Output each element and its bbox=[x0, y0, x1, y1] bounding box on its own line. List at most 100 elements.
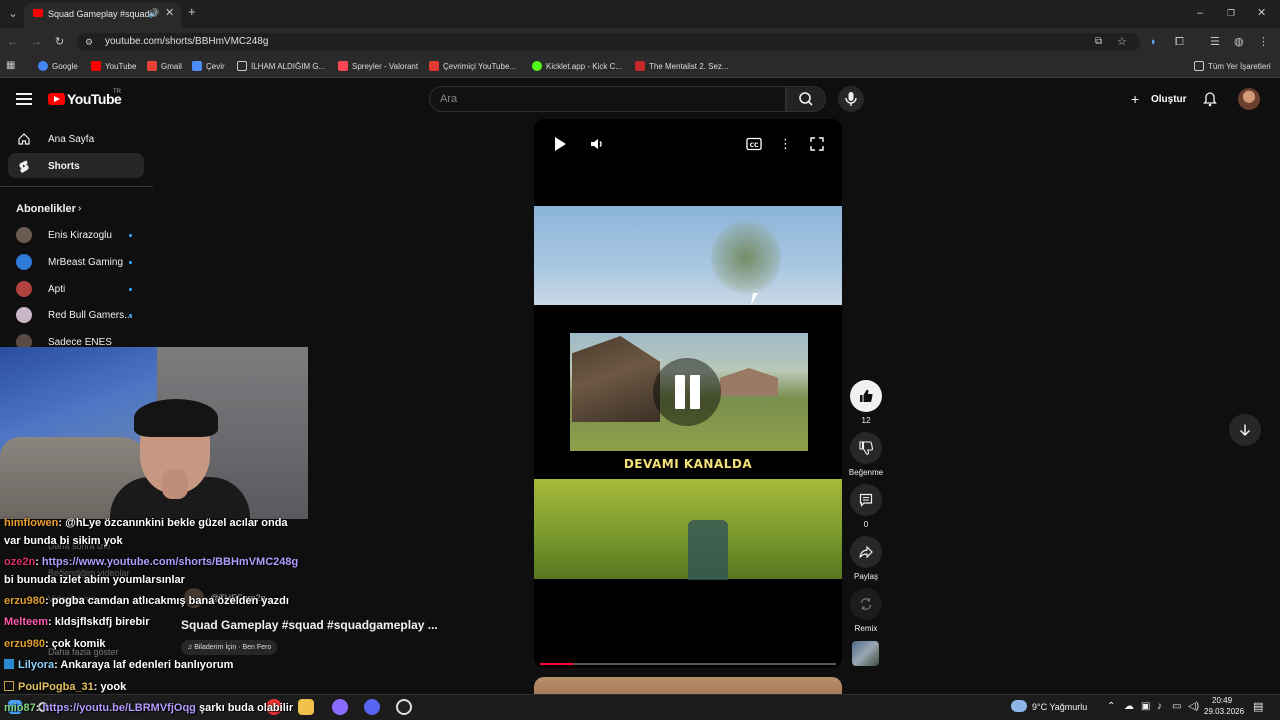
reload-icon[interactable]: ↻ bbox=[55, 35, 64, 49]
tray-chevron-icon[interactable]: ⌃ bbox=[1107, 701, 1115, 712]
bookmark-kicklet[interactable]: Kicklet.app - Kick C... bbox=[532, 61, 622, 71]
sidebar-divider bbox=[0, 186, 153, 187]
app-taskbar-icon[interactable] bbox=[332, 699, 348, 715]
pause-icon bbox=[690, 375, 700, 409]
chat-message: Melteem: kldsjflskdfj birebir bbox=[4, 616, 150, 628]
sidebar-item-shorts[interactable]: Shorts bbox=[48, 161, 80, 172]
bookmark-youtube-online[interactable]: Çevrimiçi YouTube... bbox=[429, 61, 516, 71]
webcam-person-hair bbox=[134, 399, 218, 437]
tab-audio-icon[interactable]: 🔊 bbox=[148, 6, 159, 20]
search-button[interactable] bbox=[786, 86, 826, 112]
bookmark-google[interactable]: Google bbox=[38, 61, 78, 71]
guide-menu-icon[interactable] bbox=[16, 92, 32, 106]
thumbs-down-icon bbox=[859, 441, 873, 455]
sidebar-item-home[interactable]: Ana Sayfa bbox=[48, 134, 94, 145]
tab-title: Squad Gameplay #squad # bbox=[48, 9, 158, 19]
bookmark-mentalist[interactable]: The Mentalist 2. Sez... bbox=[635, 61, 729, 71]
voice-search-button[interactable] bbox=[838, 86, 864, 112]
pause-indicator[interactable] bbox=[653, 358, 721, 426]
search-input[interactable] bbox=[429, 86, 786, 112]
thumbs-up-icon bbox=[860, 389, 873, 403]
chat-link[interactable]: https://www.youtube.com/shorts/BBHmVMC24… bbox=[42, 556, 298, 568]
window-restore-icon[interactable]: ❐ bbox=[1227, 6, 1235, 20]
clock-date[interactable]: 29.03.2026 bbox=[1204, 707, 1244, 716]
video-tree bbox=[711, 220, 781, 295]
obs-icon[interactable] bbox=[396, 699, 412, 715]
sidebar-subscription-enis[interactable]: Enis Kirazoglu bbox=[48, 230, 112, 241]
chat-message: erzu980: pogba camdan atlıcakmış bana öz… bbox=[4, 595, 289, 607]
svg-text:CC: CC bbox=[750, 142, 759, 149]
window-minimize-icon[interactable]: – bbox=[1197, 6, 1203, 20]
weather-rain-icon[interactable] bbox=[1011, 700, 1027, 712]
search-placeholder: Ara bbox=[440, 93, 458, 105]
next-short-button[interactable] bbox=[1229, 414, 1261, 446]
new-tab-icon[interactable]: + bbox=[188, 5, 196, 19]
notifications-bell-icon[interactable] bbox=[1202, 91, 1218, 112]
comments-button[interactable] bbox=[850, 484, 882, 516]
network-icon[interactable]: ▭ bbox=[1172, 701, 1181, 712]
bookmark-translate[interactable]: Çevir bbox=[192, 61, 225, 71]
tray-app-icon[interactable]: ▣ bbox=[1141, 701, 1150, 712]
create-plus-icon[interactable]: + bbox=[1131, 92, 1139, 106]
channel-avatar bbox=[16, 254, 32, 270]
chat-message: mio87: https://youtu.be/LBRMVfjOqg şarkı… bbox=[4, 702, 294, 714]
play-icon[interactable] bbox=[553, 136, 567, 156]
tab-search-icon[interactable]: ⌄ bbox=[6, 7, 20, 21]
more-options-icon[interactable]: ⋮ bbox=[779, 136, 792, 152]
back-icon[interactable]: ← bbox=[7, 35, 18, 49]
extension-audio-icon[interactable]: ◗ bbox=[1150, 35, 1157, 49]
streamer-webcam bbox=[0, 347, 308, 519]
apps-grid-icon[interactable]: ▦ bbox=[6, 59, 15, 73]
sidebar-subscription-mrbeast[interactable]: MrBeast Gaming bbox=[48, 257, 123, 268]
progress-bar[interactable] bbox=[540, 663, 836, 665]
notification-center-icon[interactable]: ▤ bbox=[1253, 700, 1263, 713]
sidebar-subscription-apti[interactable]: Apti bbox=[48, 284, 65, 295]
kicklet-icon bbox=[532, 61, 542, 71]
subscriptions-heading[interactable]: Abonelikler bbox=[16, 203, 76, 215]
volume-tray-icon[interactable]: ◁) bbox=[1188, 701, 1199, 712]
video-frame-top bbox=[534, 206, 842, 305]
chevron-right-icon[interactable]: › bbox=[78, 203, 81, 214]
like-button[interactable] bbox=[850, 380, 882, 412]
dislike-button[interactable] bbox=[850, 432, 882, 464]
clock-time[interactable]: 20:49 bbox=[1212, 696, 1232, 705]
discord-icon[interactable] bbox=[364, 699, 380, 715]
bookmark-star-icon[interactable]: ☆ bbox=[1117, 35, 1127, 49]
file-explorer-icon[interactable] bbox=[298, 699, 314, 715]
new-content-dot bbox=[129, 261, 132, 264]
share-arrow-icon bbox=[859, 545, 873, 559]
sound-thumbnail[interactable] bbox=[852, 641, 879, 666]
install-app-icon[interactable]: ⧉ bbox=[1095, 35, 1102, 49]
chat-link[interactable]: https://youtu.be/LBRMVfjOqg bbox=[43, 702, 196, 714]
fullscreen-icon[interactable] bbox=[810, 137, 824, 155]
captions-icon[interactable]: CC bbox=[746, 137, 762, 155]
user-badge-icon bbox=[4, 681, 14, 691]
media-control-icon[interactable]: ☰ bbox=[1210, 35, 1220, 49]
bookmark-valorant[interactable]: Spreyler - Valorant bbox=[338, 61, 418, 71]
moderator-badge-icon bbox=[4, 659, 14, 669]
create-button[interactable]: Oluştur bbox=[1151, 94, 1187, 105]
music-chip[interactable]: ♫ Biladerim İçin · Ben Fero bbox=[181, 640, 278, 655]
tab-close-icon[interactable]: ✕ bbox=[165, 6, 174, 20]
window-close-icon[interactable]: ✕ bbox=[1257, 6, 1266, 20]
all-bookmarks[interactable]: Tüm Yer İşaretleri bbox=[1194, 61, 1271, 71]
remix-button[interactable] bbox=[850, 588, 882, 620]
forward-icon[interactable]: → bbox=[31, 35, 42, 49]
bookmark-gmail[interactable]: Gmail bbox=[147, 61, 182, 71]
sidebar-subscription-redbull[interactable]: Red Bull Gamers... bbox=[48, 310, 132, 321]
short-title[interactable]: Squad Gameplay #squad #squadgameplay ... bbox=[181, 618, 438, 632]
browser-menu-icon[interactable]: ⋮ bbox=[1258, 35, 1269, 49]
volume-icon[interactable] bbox=[589, 136, 605, 156]
youtube-logo-icon[interactable] bbox=[48, 93, 65, 105]
account-avatar[interactable] bbox=[1238, 88, 1260, 110]
profile-icon[interactable]: ◍ bbox=[1234, 35, 1244, 49]
youtube-icon bbox=[91, 61, 101, 71]
site-info-icon[interactable]: ⚙ bbox=[85, 35, 93, 49]
bookmark-folder-ilham[interactable]: İLHAM ALDIĞIM G... bbox=[237, 61, 325, 71]
tray-app-icon[interactable]: ☁ bbox=[1124, 701, 1134, 712]
bookmark-youtube[interactable]: YouTube bbox=[91, 61, 136, 71]
share-button[interactable] bbox=[850, 536, 882, 568]
weather-text[interactable]: 9°C Yağmurlu bbox=[1032, 702, 1087, 712]
tray-mic-icon[interactable]: ♪ bbox=[1157, 701, 1162, 712]
extensions-icon[interactable]: ⧠ bbox=[1175, 35, 1184, 49]
